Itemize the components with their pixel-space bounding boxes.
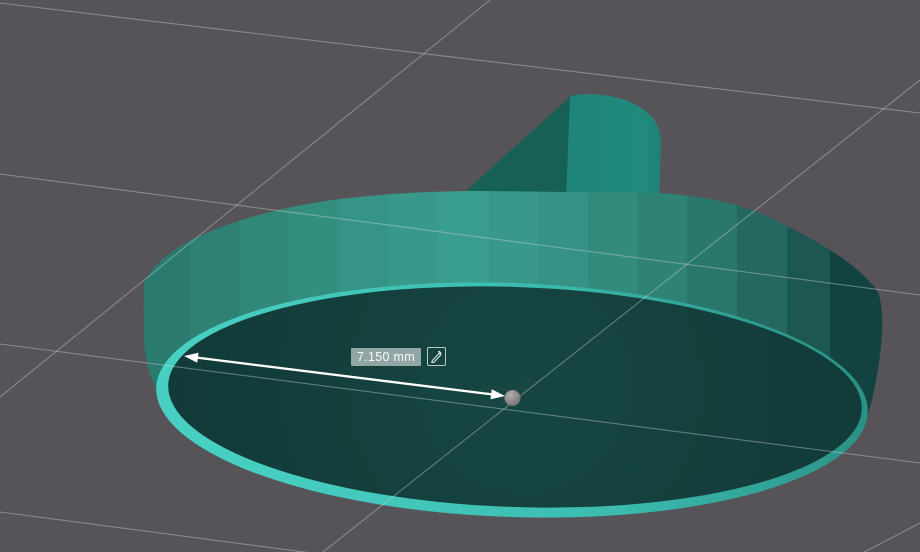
3d-viewport[interactable]: 7.150 mm (0, 0, 920, 552)
measurement-value: 7.150 mm (351, 347, 421, 366)
scene-canvas (0, 0, 920, 552)
center-point-sphere (504, 390, 521, 406)
pencil-edit-icon (431, 350, 442, 363)
measurement-widget: 7.150 mm (351, 347, 446, 366)
model-tab-handle[interactable] (556, 94, 661, 206)
edit-measurement-button[interactable] (426, 347, 446, 366)
